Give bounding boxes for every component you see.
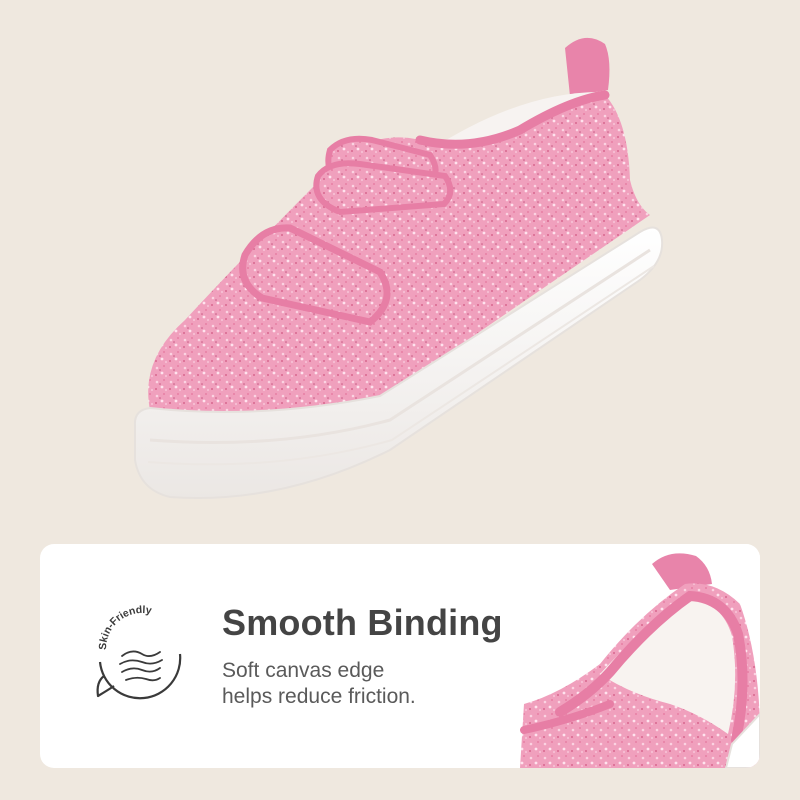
- skin-friendly-badge: Skin-Friendly: [96, 604, 182, 700]
- feature-description: Soft canvas edge helps reduce friction.: [222, 658, 416, 710]
- badge-text: Skin-Friendly: [97, 604, 153, 650]
- sneaker-hero-image: [133, 37, 664, 500]
- description-line-2: helps reduce friction.: [222, 685, 416, 708]
- feature-title: Smooth Binding: [222, 602, 503, 643]
- product-image-page: Skin-Friendly Smooth Binding Soft canvas…: [0, 0, 800, 800]
- wave-skin-icon: [119, 650, 163, 682]
- description-line-1: Soft canvas edge: [222, 659, 385, 682]
- heel-detail-image: [500, 544, 760, 768]
- svg-text:Skin-Friendly: Skin-Friendly: [97, 604, 153, 650]
